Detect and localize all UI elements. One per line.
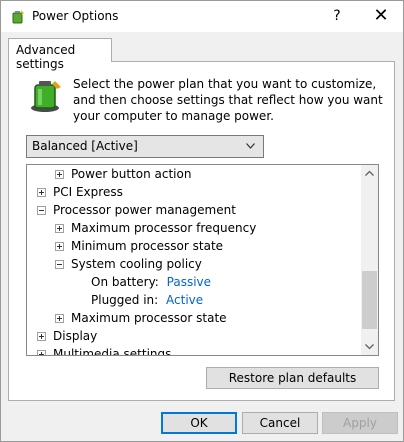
- power-plan-value: Balanced [Active]: [32, 139, 138, 153]
- window-title: Power Options: [32, 9, 119, 23]
- ok-button[interactable]: OK: [161, 412, 237, 434]
- tree-item-plugged-in: Plugged in: Active: [91, 291, 203, 309]
- expand-icon[interactable]: [55, 224, 64, 233]
- on-battery-value-link[interactable]: Passive: [167, 275, 211, 289]
- plugged-in-value-link[interactable]: Active: [166, 293, 203, 307]
- expand-icon[interactable]: [55, 170, 64, 179]
- apply-button[interactable]: Apply: [322, 412, 398, 434]
- instructions-text: Select the power plan that you want to c…: [73, 77, 383, 123]
- power-options-app-icon: [12, 10, 24, 24]
- scrollbar-thumb[interactable]: [362, 271, 377, 329]
- vertical-scrollbar[interactable]: [361, 165, 378, 355]
- expand-icon[interactable]: [55, 314, 64, 323]
- help-button[interactable]: ?: [319, 1, 355, 32]
- tab-advanced-settings[interactable]: Advanced settings: [8, 38, 112, 71]
- expand-icon[interactable]: [37, 332, 46, 341]
- close-button[interactable]: ✕: [359, 1, 403, 32]
- battery-icon: [31, 81, 61, 112]
- cancel-button[interactable]: Cancel: [242, 412, 318, 434]
- settings-tree-content: Power button action PCI Express Processo…: [27, 165, 361, 355]
- collapse-icon[interactable]: [37, 206, 46, 215]
- settings-tree[interactable]: Power button action PCI Express Processo…: [26, 164, 379, 356]
- scroll-up-arrow-icon[interactable]: [361, 165, 378, 182]
- expand-icon[interactable]: [37, 350, 46, 355]
- power-options-window: Power Options ? ✕ Advanced settings Sele…: [0, 0, 404, 442]
- collapse-icon[interactable]: [55, 260, 64, 269]
- title-bar: Power Options ? ✕: [1, 1, 403, 32]
- plugged-in-label: Plugged in:: [91, 293, 159, 307]
- tree-item-on-battery: On battery: Passive: [91, 273, 211, 291]
- chevron-down-icon: [246, 143, 255, 149]
- power-plan-dropdown[interactable]: Balanced [Active]: [26, 135, 264, 158]
- expand-icon[interactable]: [37, 188, 46, 197]
- on-battery-label: On battery:: [91, 275, 159, 289]
- expand-icon[interactable]: [55, 242, 64, 251]
- restore-plan-defaults-button[interactable]: Restore plan defaults: [206, 367, 379, 389]
- scroll-down-arrow-icon[interactable]: [361, 338, 378, 355]
